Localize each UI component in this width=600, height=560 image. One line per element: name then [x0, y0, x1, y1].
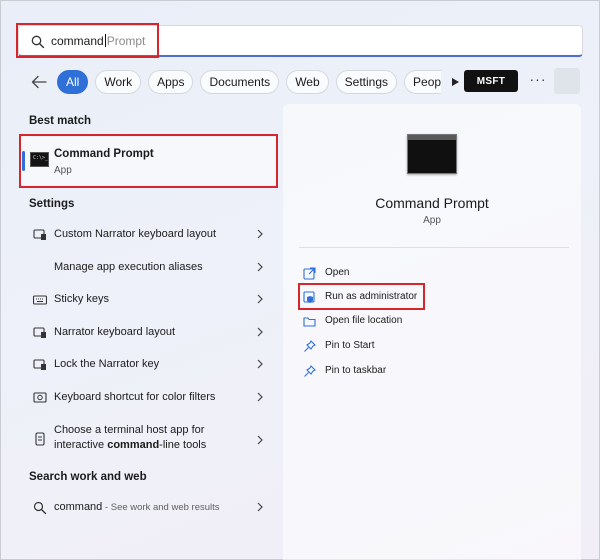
- terminal-item-line1: Choose a terminal host app for: [54, 424, 205, 436]
- command-prompt-icon: [407, 134, 457, 174]
- settings-item-custom-narrator-layout[interactable]: Custom Narrator keyboard layout: [29, 223, 269, 247]
- highlight-box-best-match: [19, 134, 278, 188]
- filter-chip-all[interactable]: All: [57, 70, 89, 94]
- action-open[interactable]: Open: [303, 264, 443, 284]
- scroll-right-icon[interactable]: [450, 77, 460, 87]
- highlight-box-run-as-admin: [298, 283, 425, 310]
- filter-chip-work[interactable]: Work: [95, 70, 142, 94]
- settings-heading: Settings: [29, 198, 75, 210]
- chevron-right-icon: [257, 435, 263, 445]
- settings-item-sticky-keys[interactable]: Sticky keys: [29, 288, 269, 312]
- filter-chip-settings[interactable]: Settings: [335, 70, 398, 94]
- web-search-text: command - See work and web results: [54, 501, 220, 513]
- chevron-right-icon: [257, 327, 263, 337]
- best-match-heading: Best match: [29, 115, 91, 127]
- settings-item-label: Choose a terminal host app for interactiv…: [54, 423, 206, 453]
- terminal-item-line2-pre: interactive: [54, 439, 108, 451]
- filter-chip-documents[interactable]: Documents: [200, 70, 280, 94]
- terminal-item-line2-bold: command: [107, 439, 160, 451]
- filter-chip-apps[interactable]: Apps: [148, 70, 194, 94]
- terminal-item-line2-post: -line tools: [159, 439, 207, 451]
- more-options-icon[interactable]: ···: [529, 72, 547, 90]
- detail-panel: Command Prompt App Open Run as administr…: [283, 104, 581, 560]
- chevron-right-icon: [257, 392, 263, 402]
- action-pin-to-taskbar[interactable]: Pin to taskbar: [303, 362, 443, 382]
- avatar[interactable]: [554, 68, 580, 94]
- org-badge[interactable]: MSFT: [464, 70, 518, 92]
- filter-chip-web[interactable]: Web: [286, 70, 329, 94]
- web-search-heading: Search work and web: [29, 471, 147, 483]
- settings-item-label: Keyboard shortcut for color filters: [54, 391, 216, 403]
- chevron-right-icon: [257, 229, 263, 239]
- settings-item-label: Narrator keyboard layout: [54, 326, 176, 338]
- action-label: Open: [325, 267, 350, 278]
- narrator-icon: [33, 359, 46, 370]
- search-window: command Prompt All Work Apps Documents We…: [0, 0, 600, 560]
- highlight-box-search: [16, 23, 159, 58]
- detail-subtitle: App: [423, 215, 441, 226]
- keyboard-icon: [33, 295, 47, 305]
- settings-item-label: Custom Narrator keyboard layout: [54, 228, 217, 240]
- action-label: Pin to taskbar: [325, 365, 387, 376]
- settings-item-label: Sticky keys: [54, 293, 110, 305]
- terminal-settings-icon: [35, 432, 45, 446]
- search-icon: [33, 501, 47, 515]
- color-filter-icon: [33, 392, 47, 403]
- open-external-icon: [303, 267, 316, 280]
- settings-item-label: Lock the Narrator key: [54, 358, 160, 370]
- chevron-right-icon: [257, 294, 263, 304]
- chevron-right-icon: [257, 502, 263, 512]
- detail-title: Command Prompt: [375, 195, 489, 211]
- filter-bar: All Work Apps Documents Web Settings Peo…: [29, 69, 460, 95]
- settings-item-lock-narrator-key[interactable]: Lock the Narrator key: [29, 353, 269, 377]
- action-open-file-location[interactable]: Open file location: [303, 312, 443, 332]
- filter-chip-people[interactable]: People: [404, 70, 442, 94]
- chevron-right-icon: [257, 262, 263, 272]
- folder-icon: [303, 317, 316, 327]
- settings-item-color-filter-shortcut[interactable]: Keyboard shortcut for color filters: [29, 386, 269, 410]
- pin-icon: [304, 340, 316, 352]
- settings-item-narrator-keyboard-layout[interactable]: Narrator keyboard layout: [29, 321, 269, 345]
- divider: [299, 247, 569, 248]
- action-pin-to-start[interactable]: Pin to Start: [303, 337, 443, 357]
- chevron-right-icon: [257, 359, 263, 369]
- narrator-keyboard-icon: [33, 327, 46, 338]
- settings-item-label: Manage app execution aliases: [54, 261, 203, 273]
- action-label: Pin to Start: [325, 340, 375, 351]
- narrator-keyboard-icon: [33, 229, 46, 240]
- web-search-result[interactable]: command - See work and web results: [29, 496, 269, 520]
- pin-icon: [304, 365, 316, 377]
- settings-item-app-execution-aliases[interactable]: Manage app execution aliases: [29, 256, 269, 280]
- action-label: Open file location: [325, 315, 403, 326]
- settings-item-terminal-host-app[interactable]: Choose a terminal host app for interactiv…: [29, 423, 269, 457]
- back-arrow-icon[interactable]: [29, 72, 49, 92]
- web-search-query: command: [54, 501, 103, 513]
- web-search-hint: - See work and web results: [102, 502, 220, 513]
